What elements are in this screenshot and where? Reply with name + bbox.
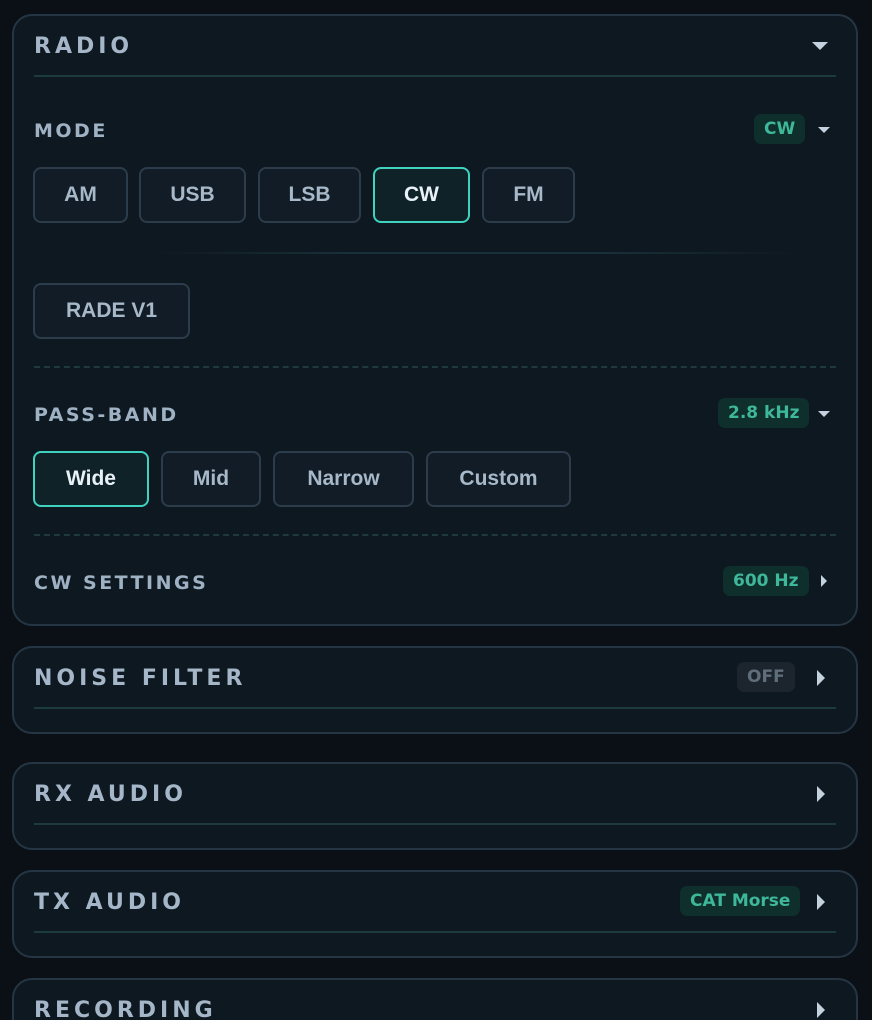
radio-panel-title: RADIO [34, 34, 134, 59]
recording-title: RECORDING [34, 998, 217, 1020]
passband-button-custom[interactable]: Custom [426, 451, 571, 507]
chevron-right-icon[interactable] [817, 786, 825, 802]
recording-panel[interactable]: RECORDING [12, 978, 858, 1020]
mode-button-lsb[interactable]: LSB [258, 167, 361, 223]
mode-button-am[interactable]: AM [33, 167, 128, 223]
cw-settings-row[interactable]: CW SETTINGS 600 Hz [14, 546, 856, 616]
section-divider [34, 366, 836, 368]
chevron-down-icon[interactable] [812, 42, 828, 50]
rx-audio-panel[interactable]: RX AUDIO [12, 762, 858, 850]
noise-filter-divider [34, 707, 836, 709]
rx-audio-divider [34, 823, 836, 825]
radio-panel: RADIO MODE CW AM USB LSB CW FM RADE V1 P… [12, 14, 858, 626]
radio-header-divider [34, 75, 836, 77]
passband-value-badge: 2.8 kHz [718, 398, 810, 428]
cw-settings-value-badge: 600 Hz [723, 566, 809, 596]
tx-audio-panel[interactable]: TX AUDIO CAT Morse [12, 870, 858, 958]
noise-filter-title: NOISE FILTER [34, 666, 247, 691]
mode-button-fm[interactable]: FM [482, 167, 575, 223]
chevron-right-icon[interactable] [817, 894, 825, 910]
passband-button-narrow[interactable]: Narrow [273, 451, 414, 507]
passband-chevron-down-icon[interactable] [818, 411, 830, 417]
section-divider [34, 534, 836, 536]
noise-filter-status-badge: OFF [737, 662, 795, 692]
tx-audio-title: TX AUDIO [34, 890, 185, 915]
tx-audio-divider [34, 931, 836, 933]
noise-filter-panel[interactable]: NOISE FILTER OFF [12, 646, 858, 734]
chevron-right-icon[interactable] [817, 1002, 825, 1018]
rx-audio-title: RX AUDIO [34, 782, 187, 807]
mode-divider [154, 252, 796, 254]
mode-chevron-down-icon[interactable] [818, 127, 830, 133]
mode-button-usb[interactable]: USB [139, 167, 246, 223]
mode-button-rade-v1[interactable]: RADE V1 [33, 283, 190, 339]
mode-value-badge: CW [754, 114, 806, 144]
passband-button-mid[interactable]: Mid [161, 451, 261, 507]
chevron-right-icon[interactable] [817, 670, 825, 686]
mode-button-cw[interactable]: CW [373, 167, 470, 223]
passband-label: PASS-BAND [34, 404, 179, 426]
passband-button-wide[interactable]: Wide [33, 451, 149, 507]
tx-audio-source-badge: CAT Morse [680, 886, 801, 916]
mode-label: MODE [34, 120, 108, 142]
radio-panel-header[interactable]: RADIO [14, 16, 856, 78]
chevron-right-icon[interactable] [821, 575, 827, 587]
cw-settings-label: CW SETTINGS [34, 572, 209, 594]
